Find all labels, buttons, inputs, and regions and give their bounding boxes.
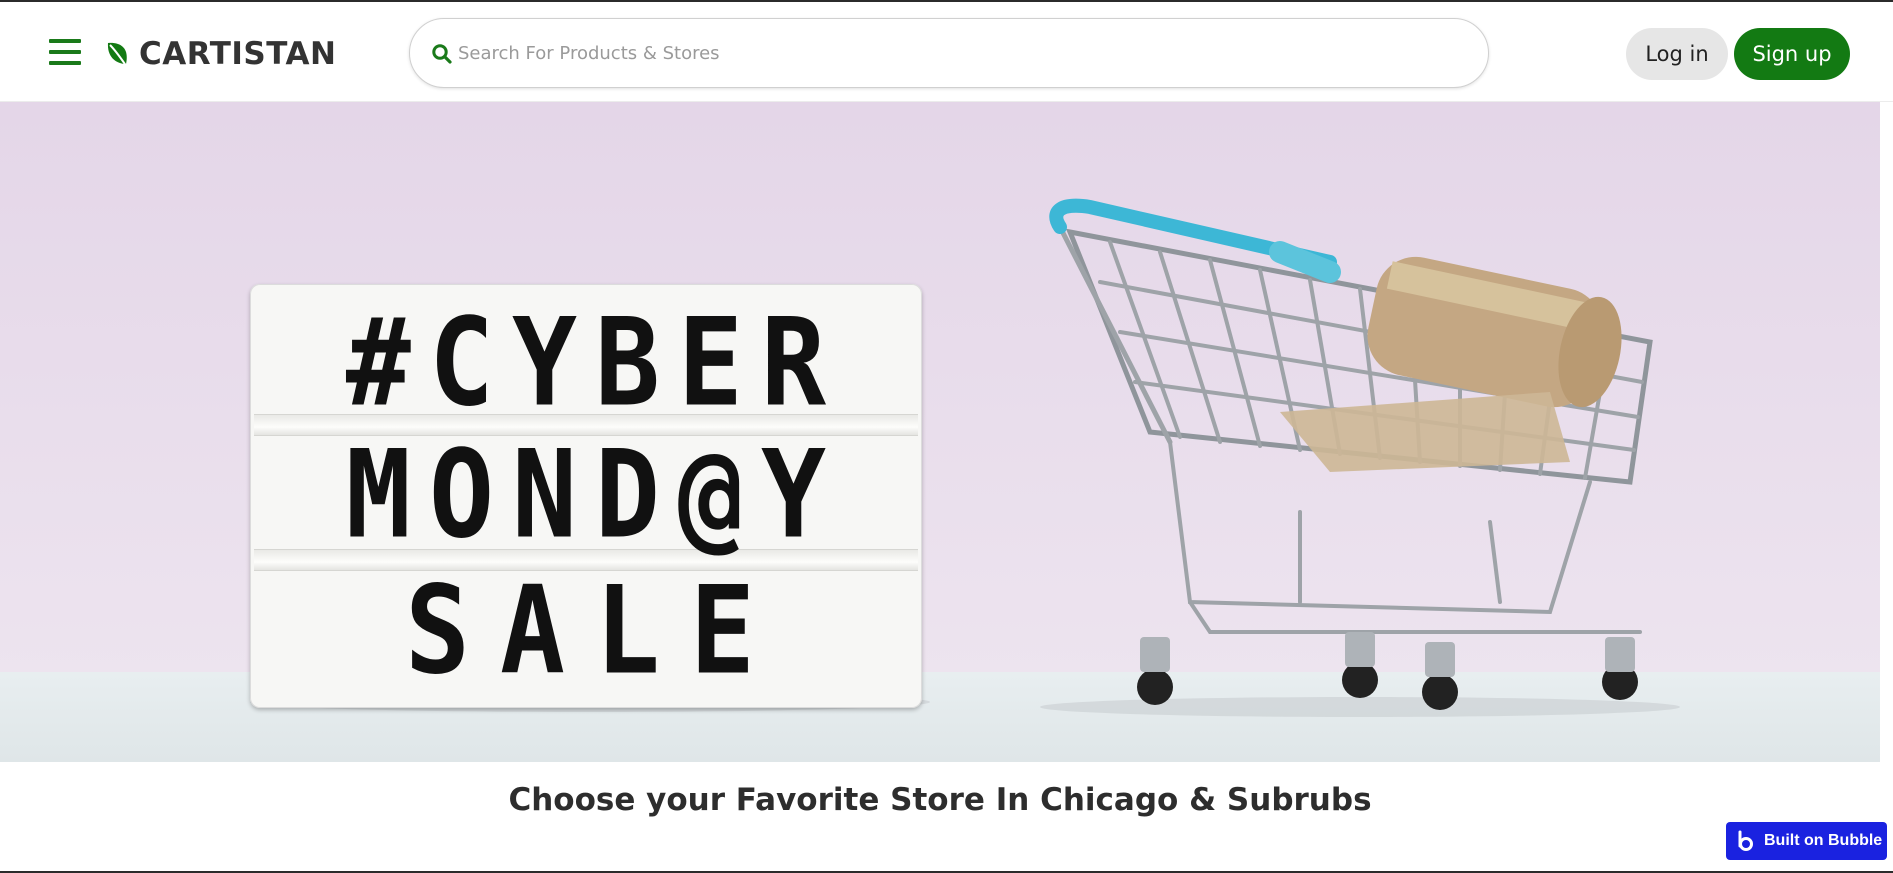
search-bar[interactable] bbox=[409, 18, 1489, 88]
leaf-logo-icon bbox=[107, 42, 128, 68]
badge-label: Built on Bubble bbox=[1764, 832, 1883, 849]
section-title: Choose your Favorite Store In Chicago & … bbox=[508, 782, 1372, 818]
hero-banner[interactable]: #CYBER MOND@Y SALE bbox=[0, 102, 1880, 762]
search-input[interactable] bbox=[458, 33, 1458, 73]
hamburger-menu-icon[interactable] bbox=[49, 39, 81, 67]
built-on-bubble-badge[interactable]: Built on Bubble bbox=[1726, 822, 1887, 860]
search-icon bbox=[432, 44, 452, 64]
site-header: CARTISTAN Log in Sign up bbox=[0, 2, 1893, 102]
sign-line-2: MOND@Y bbox=[345, 425, 845, 566]
signup-button[interactable]: Sign up bbox=[1734, 28, 1850, 80]
brand-name: CARTISTAN bbox=[139, 36, 337, 72]
cyber-monday-lightbox-sign: #CYBER MOND@Y SALE bbox=[250, 284, 922, 708]
login-button[interactable]: Log in bbox=[1626, 28, 1728, 80]
shopping-cart-illustration bbox=[1049, 198, 1653, 710]
sign-line-3: SALE bbox=[404, 561, 786, 702]
sign-line-1: #CYBER bbox=[345, 293, 845, 434]
brand-logo[interactable]: CARTISTAN bbox=[105, 34, 336, 74]
bubble-logo-icon bbox=[1738, 830, 1753, 851]
